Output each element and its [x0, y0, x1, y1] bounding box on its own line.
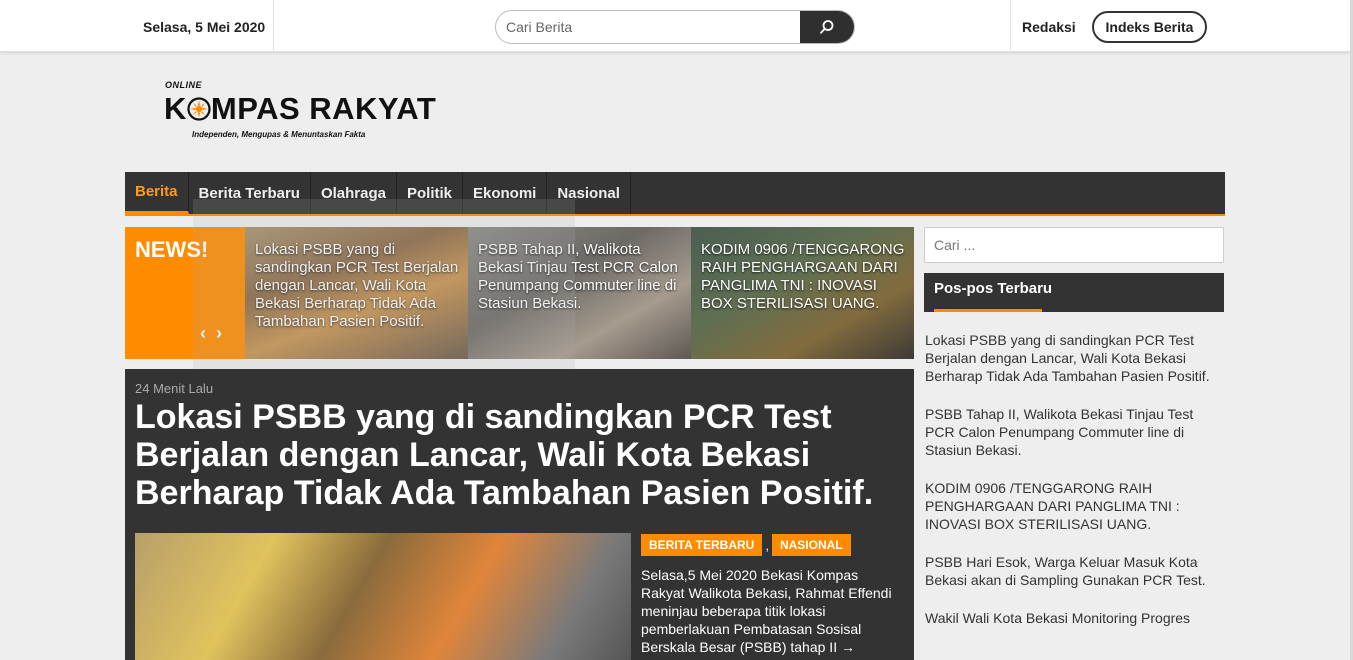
top-bar: Selasa, 5 Mei 2020 Redaksi Indeks Berita [0, 0, 1350, 52]
nav-item-berita[interactable]: Berita [125, 172, 189, 214]
recent-post-link[interactable]: KODIM 0906 /TENGGARONG RAIH PENGHARGAAN … [925, 479, 1225, 533]
main-nav: Berita Berita Terbaru Olahraga Politik E… [125, 172, 1225, 216]
read-more-arrow-icon[interactable]: → [841, 639, 855, 655]
slide-caption: Lokasi PSBB yang di sandingkan PCR Test … [255, 241, 459, 330]
tag-nasional[interactable]: NASIONAL [771, 534, 851, 556]
tag-separator: , [765, 537, 769, 553]
heading-underline [934, 309, 1042, 312]
chevron-left-icon[interactable]: ‹ [200, 324, 206, 342]
news-ticker: NEWS! ‹ › Lokasi PSBB yang di sandingkan… [125, 227, 914, 359]
compass-sun-icon [187, 97, 211, 121]
nav-item-olahraga[interactable]: Olahraga [311, 172, 397, 214]
article-headline[interactable]: Lokasi PSBB yang di sandingkan PCR Test … [135, 398, 910, 512]
indeks-berita-button[interactable]: Indeks Berita [1092, 11, 1207, 43]
sidebar-heading: Pos-pos Terbaru [924, 273, 1224, 312]
search-icon [820, 20, 834, 34]
logo-online-label: ONLINE [165, 80, 203, 90]
recent-post-link[interactable]: Wakil Wali Kota Bekasi Monitoring Progre… [925, 609, 1225, 627]
logo-tagline: Independen, Mengupas & Menuntaskan Fakta [192, 130, 366, 139]
nav-item-politik[interactable]: Politik [397, 172, 463, 214]
logo-brand-rest: MPAS RAKYAT [210, 91, 437, 126]
article-time: 24 Menit Lalu [135, 381, 214, 396]
slide-caption: PSBB Tahap II, Walikota Bekasi Tinjau Te… [478, 241, 678, 312]
ticker-slide[interactable]: KODIM 0906 /TENGGARONG RAIH PENGHARGAAN … [691, 227, 914, 359]
article-photo[interactable] [135, 533, 631, 660]
news-label: NEWS! ‹ › [125, 227, 245, 359]
divider [273, 0, 274, 52]
tag-berita-terbaru[interactable]: BERITA TERBARU [641, 534, 763, 556]
header-search-input[interactable] [496, 11, 802, 43]
ticker-slide[interactable]: Lokasi PSBB yang di sandingkan PCR Test … [245, 227, 468, 359]
nav-item-ekonomi[interactable]: Ekonomi [463, 172, 548, 214]
sidebar-search-input[interactable] [924, 227, 1224, 263]
chevron-right-icon[interactable]: › [216, 324, 222, 342]
current-date: Selasa, 5 Mei 2020 [143, 19, 266, 35]
nav-item-nasional[interactable]: Nasional [547, 172, 631, 214]
nav-item-berita-terbaru[interactable]: Berita Terbaru [189, 172, 311, 214]
news-label-text: NEWS! [135, 237, 209, 262]
article-tags: BERITA TERBARU , NASIONAL [641, 534, 851, 556]
featured-article: 24 Menit Lalu Lokasi PSBB yang di sandin… [125, 369, 914, 660]
site-logo[interactable]: ONLINE K MPAS RAKYAT Independen, Mengupa… [162, 78, 436, 144]
article-excerpt: Selasa,5 Mei 2020 Bekasi Kompas Rakyat W… [641, 566, 901, 656]
redaksi-link[interactable]: Redaksi [1022, 19, 1076, 35]
ticker-arrows: ‹ › [200, 324, 222, 342]
recent-posts-list: Lokasi PSBB yang di sandingkan PCR Test … [925, 331, 1225, 647]
logo-brand-k: K [164, 91, 187, 126]
divider [1010, 0, 1011, 52]
header-search-button[interactable] [800, 11, 854, 43]
recent-post-link[interactable]: PSBB Hari Esok, Warga Keluar Masuk Kota … [925, 553, 1225, 589]
recent-post-link[interactable]: Lokasi PSBB yang di sandingkan PCR Test … [925, 331, 1225, 385]
recent-post-link[interactable]: PSBB Tahap II, Walikota Bekasi Tinjau Te… [925, 405, 1225, 459]
logo-brand: K MPAS RAKYAT [164, 91, 436, 127]
sidebar-heading-text: Pos-pos Terbaru [934, 280, 1053, 297]
ticker-slide[interactable]: PSBB Tahap II, Walikota Bekasi Tinjau Te… [468, 227, 691, 359]
slide-caption: KODIM 0906 /TENGGARONG RAIH PENGHARGAAN … [701, 241, 905, 312]
header-search [495, 10, 855, 44]
